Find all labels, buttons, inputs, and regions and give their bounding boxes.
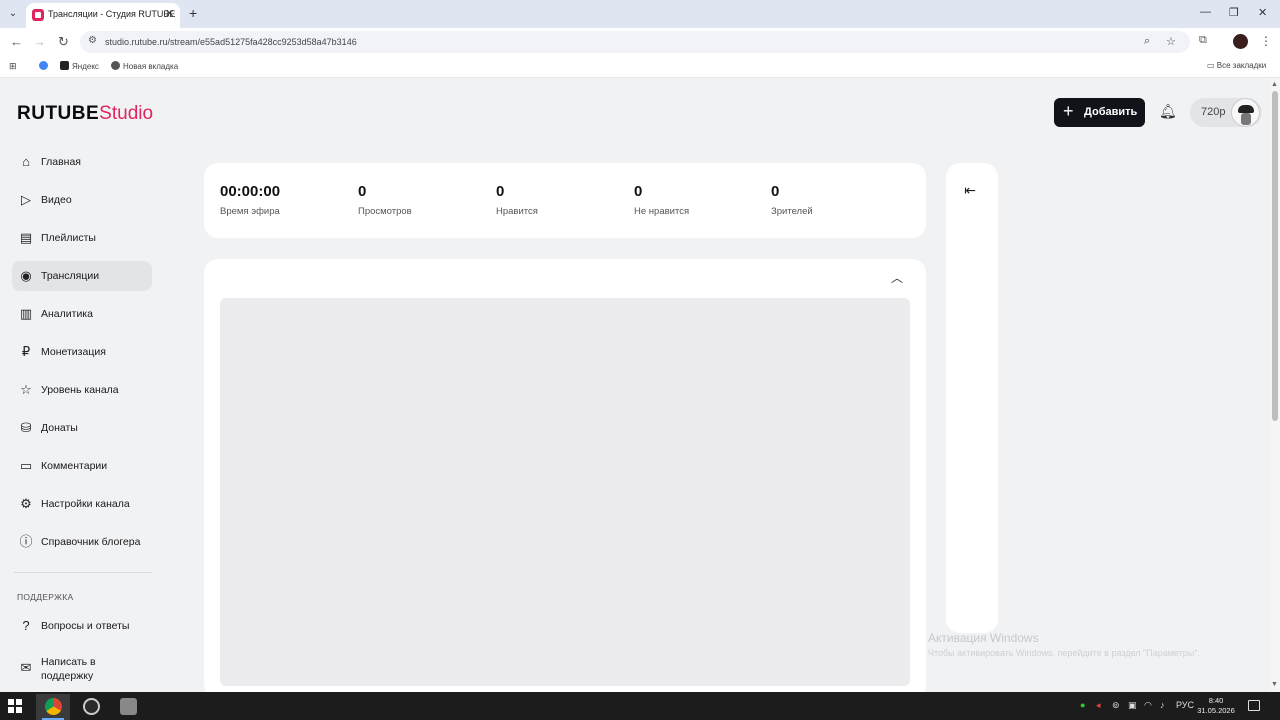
taskbar-clock[interactable]: 8:40 31.05.2026	[1196, 696, 1236, 716]
reload-icon[interactable]: ↻	[58, 34, 69, 50]
stream-stats-card: 00:00:00 Время эфира 0 Просмотров 0 Нрав…	[204, 163, 926, 238]
collapse-panel-icon[interactable]: ⇤	[960, 182, 980, 202]
extensions-icon[interactable]: ⧉	[1199, 34, 1207, 47]
browser-toolbar: ← → ↻ ⚙ studio.rutube.ru/stream/e55ad512…	[0, 28, 1280, 56]
bookmark-yandex[interactable]: Яндекс	[60, 61, 99, 71]
tray-app-icon[interactable]: ●	[1080, 700, 1085, 710]
windows-taskbar: ● ◂ ⊚ ▣ ◠ ♪ РУС 8:40 31.05.2026	[0, 692, 1280, 720]
windows-start-icon[interactable]	[8, 699, 22, 713]
chat-side-panel: ⇤	[946, 163, 998, 633]
sidebar-item-comments[interactable]: ▭ Комментарии	[12, 451, 152, 481]
sidebar-item-channel-settings[interactable]: ⚙ Настройки канала	[12, 489, 152, 519]
analytics-icon: ▥	[19, 306, 33, 321]
tray-wifi-icon[interactable]: ◠	[1144, 700, 1152, 711]
sidebar-divider	[14, 572, 152, 573]
address-bar[interactable]: ⚙ studio.rutube.ru/stream/e55ad51275fa42…	[80, 31, 1190, 53]
scroll-up-icon[interactable]: ▲	[1271, 81, 1278, 88]
donate-icon: ⛁	[20, 420, 32, 435]
scroll-down-icon[interactable]: ▼	[1271, 681, 1278, 688]
comments-icon: ▭	[19, 458, 33, 473]
video-preview-placeholder[interactable]	[220, 298, 910, 686]
stat-likes: 0 Нравится	[496, 183, 538, 217]
sidebar-item-donations[interactable]: ⛁ Донаты	[12, 413, 152, 443]
mail-icon: ✉	[20, 660, 32, 675]
restore-window-button[interactable]: ❐	[1229, 6, 1239, 19]
stat-dislikes: 0 Не нравится	[634, 183, 690, 217]
sidebar-nav: ⌂ Главная ▷ Видео ▤ Плейлисты ◉ Трансляц…	[12, 147, 152, 565]
sidebar-item-broadcasts[interactable]: ◉ Трансляции	[12, 261, 152, 291]
tab-search-icon[interactable]: ⌄	[6, 7, 20, 21]
bookmark-new-tab[interactable]: Новая вкладка	[111, 61, 178, 71]
question-icon: ?	[22, 618, 30, 633]
obs-taskbar-icon[interactable]	[74, 694, 108, 720]
sidebar-item-contact-support[interactable]: ✉ Написать в поддержку	[12, 651, 152, 685]
video-icon: ▷	[21, 192, 31, 207]
tab-title: Трансляции - Студия RUTUBE	[48, 9, 176, 19]
sidebar-item-faq[interactable]: ? Вопросы и ответы	[12, 611, 152, 641]
stat-views: 0 Просмотров	[358, 183, 412, 217]
plus-icon: +	[1063, 101, 1074, 121]
tray-volume-icon[interactable]: ♪	[1160, 700, 1165, 710]
studio-page: RUTUBEStudio ⌂ Главная ▷ Видео ▤ Плейлис…	[0, 79, 1270, 692]
stat-air-time: 00:00:00 Время эфира	[220, 183, 281, 217]
tab-close-icon[interactable]: ✕	[165, 7, 174, 20]
tray-device-icon[interactable]: ▣	[1128, 700, 1137, 711]
chevron-up-icon[interactable]: ︿	[889, 269, 905, 285]
tray-speaker-icon[interactable]: ◂	[1096, 700, 1101, 711]
rutube-favicon-icon	[32, 9, 44, 21]
folder-icon: ▭	[1207, 61, 1217, 70]
broadcast-icon: ◉	[20, 268, 32, 283]
new-tab-button[interactable]: +	[189, 5, 197, 21]
playlist-icon: ▤	[19, 230, 33, 245]
page-scrollbar[interactable]: ▲ ▼	[1270, 79, 1280, 692]
profile-avatar-icon[interactable]	[1233, 34, 1248, 49]
stream-player-card: ︿	[204, 259, 926, 692]
bookmark-star-icon[interactable]: ☆	[1166, 35, 1176, 48]
apps-grid-icon[interactable]: ⊞	[9, 61, 17, 72]
chrome-taskbar-icon[interactable]	[36, 694, 70, 720]
notifications-icon[interactable]	[1248, 700, 1260, 711]
info-icon: ⓘ	[19, 534, 33, 549]
sidebar-item-video[interactable]: ▷ Видео	[12, 185, 152, 215]
minimize-window-button[interactable]: —	[1200, 6, 1211, 18]
all-bookmarks[interactable]: ▭ Все закладки	[1207, 61, 1266, 70]
tray-network-icon[interactable]: ⊚	[1112, 700, 1120, 711]
sidebar-item-blogger-guide[interactable]: ⓘ Справочник блогера	[12, 527, 152, 557]
windows-activation-title: Активация Windows	[928, 631, 1039, 645]
sidebar-item-analytics[interactable]: ▥ Аналитика	[12, 299, 152, 329]
app-taskbar-icon[interactable]	[111, 694, 145, 720]
sidebar-item-playlists[interactable]: ▤ Плейлисты	[12, 223, 152, 253]
site-info-icon[interactable]: ⚙	[88, 35, 97, 46]
ruble-icon: ₽	[21, 344, 31, 359]
support-nav: ? Вопросы и ответы ✉ Написать в поддержк…	[12, 611, 152, 692]
sidebar-item-home[interactable]: ⌂ Главная	[12, 147, 152, 177]
input-language[interactable]: РУС	[1176, 700, 1194, 710]
rutube-studio-logo[interactable]: RUTUBEStudio	[17, 103, 153, 125]
user-avatar[interactable]	[1231, 98, 1260, 127]
add-button[interactable]: + Добавить	[1054, 98, 1145, 127]
browser-tab[interactable]: Трансляции - Студия RUTUBE ✕	[26, 3, 180, 28]
back-arrow-icon[interactable]: ←	[10, 34, 23, 49]
windows-activation-subtitle: Чтобы активировать Windows, перейдите в …	[928, 648, 1200, 658]
sidebar-item-channel-level[interactable]: ☆ Уровень канала	[12, 375, 152, 405]
url-text[interactable]: studio.rutube.ru/stream/e55ad51275fa428c…	[105, 37, 357, 47]
browser-menu-icon[interactable]: ⋮	[1260, 34, 1272, 48]
bookmarks-bar: ⊞ Яндекс Новая вкладка ▭ Все закладки	[0, 56, 1280, 78]
close-window-button[interactable]: ✕	[1258, 6, 1267, 19]
notifications-bell-icon[interactable]: 🔔︎	[1159, 103, 1177, 121]
google-icon[interactable]	[39, 61, 51, 71]
home-icon: ⌂	[22, 154, 30, 169]
zoom-icon[interactable]: ⌕	[1144, 35, 1150, 48]
star-icon: ☆	[20, 382, 32, 397]
forward-arrow-icon[interactable]: →	[33, 34, 46, 49]
browser-tab-bar: ⌄ Трансляции - Студия RUTUBE ✕ + — ❐ ✕	[0, 0, 1280, 28]
stat-viewers: 0 Зрителей	[771, 183, 813, 217]
sidebar-item-monetization[interactable]: ₽ Монетизация	[12, 337, 152, 367]
gear-icon: ⚙	[20, 496, 32, 511]
support-section-title: ПОДДЕРЖКА	[17, 592, 74, 602]
scroll-thumb[interactable]	[1272, 91, 1278, 421]
